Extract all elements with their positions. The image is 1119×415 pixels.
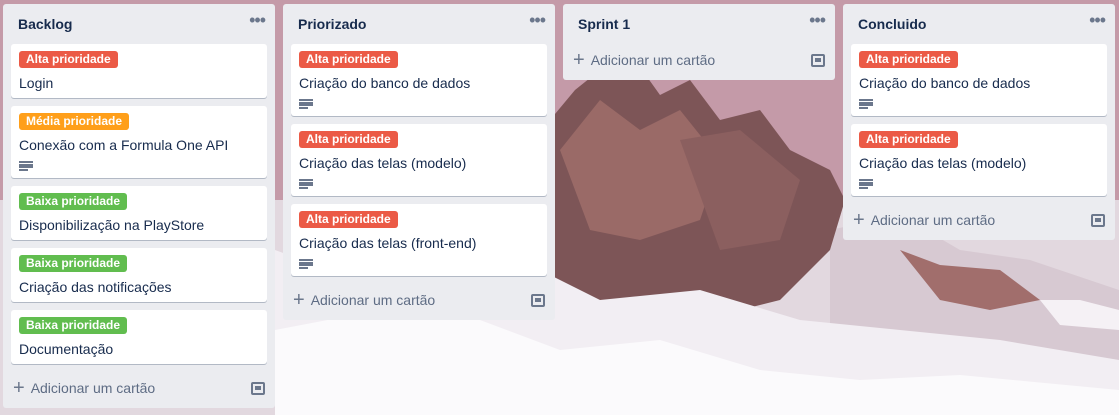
plus-icon: + <box>293 289 305 311</box>
card[interactable]: Média prioridade Conexão com a Formula O… <box>11 106 267 178</box>
priority-label: Alta prioridade <box>19 51 118 68</box>
card[interactable]: Alta prioridade Criação do banco de dado… <box>851 44 1107 116</box>
card-title: Criação do banco de dados <box>299 75 471 91</box>
card[interactable]: Baixa prioridade Disponibilização na Pla… <box>11 186 267 240</box>
add-card-button[interactable]: + Adicionar um cartão <box>293 290 435 310</box>
card-title: Criação das telas (front-end) <box>299 235 477 251</box>
list-concluido: Concluido ••• Alta prioridade Criação do… <box>843 4 1115 240</box>
list-footer: + Adicionar um cartão <box>843 204 1115 234</box>
card-title: Criação das notificações <box>19 279 172 295</box>
card[interactable]: Alta prioridade Criação das telas (model… <box>851 124 1107 196</box>
description-icon <box>299 178 313 190</box>
priority-label: Alta prioridade <box>299 51 398 68</box>
card-title: Login <box>19 75 54 91</box>
priority-label: Baixa prioridade <box>19 255 128 272</box>
more-options-icon[interactable]: ••• <box>249 11 266 37</box>
description-icon <box>299 258 313 270</box>
card[interactable]: Alta prioridade Criação das telas (front… <box>291 204 547 276</box>
card-title: Disponibilização na PlayStore <box>19 217 205 233</box>
plus-icon: + <box>573 49 585 71</box>
priority-label: Baixa prioridade <box>19 193 128 210</box>
card-title: Criação das telas (modelo) <box>859 155 1027 171</box>
card-title: Criação do banco de dados <box>859 75 1031 91</box>
list-footer: + Adicionar um cartão <box>283 284 555 314</box>
more-options-icon[interactable]: ••• <box>809 11 826 37</box>
priority-label: Alta prioridade <box>859 51 958 68</box>
add-card-label: Adicionar um cartão <box>590 52 716 68</box>
list-header: Backlog ••• <box>3 4 275 44</box>
list-backlog: Backlog ••• Alta prioridade Login Média … <box>3 4 275 408</box>
more-options-icon[interactable]: ••• <box>1089 11 1106 37</box>
card[interactable]: Baixa prioridade Criação das notificaçõe… <box>11 248 267 302</box>
card[interactable]: Alta prioridade Criação do banco de dado… <box>291 44 547 116</box>
add-card-button[interactable]: + Adicionar um cartão <box>853 210 995 230</box>
add-card-label: Adicionar um cartão <box>310 292 436 308</box>
description-icon <box>299 98 313 110</box>
card-title: Criação das telas (modelo) <box>299 155 467 171</box>
add-card-label: Adicionar um cartão <box>30 380 156 396</box>
plus-icon: + <box>13 377 25 399</box>
list-footer: + Adicionar um cartão <box>3 372 275 402</box>
card[interactable]: Baixa prioridade Documentação <box>11 310 267 364</box>
description-icon <box>859 98 873 110</box>
list-title[interactable]: Concluido <box>858 16 926 32</box>
list-sprint-1: Sprint 1 ••• + Adicionar um cartão <box>563 4 835 80</box>
plus-icon: + <box>853 209 865 231</box>
list-title[interactable]: Backlog <box>18 16 72 32</box>
card-template-icon[interactable] <box>811 53 825 67</box>
more-options-icon[interactable]: ••• <box>529 11 546 37</box>
card-template-icon[interactable] <box>251 381 265 395</box>
add-card-label: Adicionar um cartão <box>870 212 996 228</box>
list-header: Sprint 1 ••• <box>563 4 835 44</box>
card-title: Conexão com a Formula One API <box>19 137 229 153</box>
priority-label: Alta prioridade <box>299 131 398 148</box>
description-icon <box>859 178 873 190</box>
list-title[interactable]: Sprint 1 <box>578 16 630 32</box>
list-title[interactable]: Priorizado <box>298 16 366 32</box>
list-header: Priorizado ••• <box>283 4 555 44</box>
description-icon <box>19 160 33 172</box>
priority-label: Alta prioridade <box>299 211 398 228</box>
list-header: Concluido ••• <box>843 4 1115 44</box>
add-card-button[interactable]: + Adicionar um cartão <box>13 378 155 398</box>
card-title: Documentação <box>19 341 114 357</box>
card-template-icon[interactable] <box>1091 213 1105 227</box>
list-priorizado: Priorizado ••• Alta prioridade Criação d… <box>283 4 555 320</box>
card[interactable]: Alta prioridade Criação das telas (model… <box>291 124 547 196</box>
list-footer: + Adicionar um cartão <box>563 44 835 74</box>
priority-label: Média prioridade <box>19 113 130 130</box>
add-card-button[interactable]: + Adicionar um cartão <box>573 50 715 70</box>
priority-label: Alta prioridade <box>859 131 958 148</box>
card-template-icon[interactable] <box>531 293 545 307</box>
card[interactable]: Alta prioridade Login <box>11 44 267 98</box>
priority-label: Baixa prioridade <box>19 317 128 334</box>
